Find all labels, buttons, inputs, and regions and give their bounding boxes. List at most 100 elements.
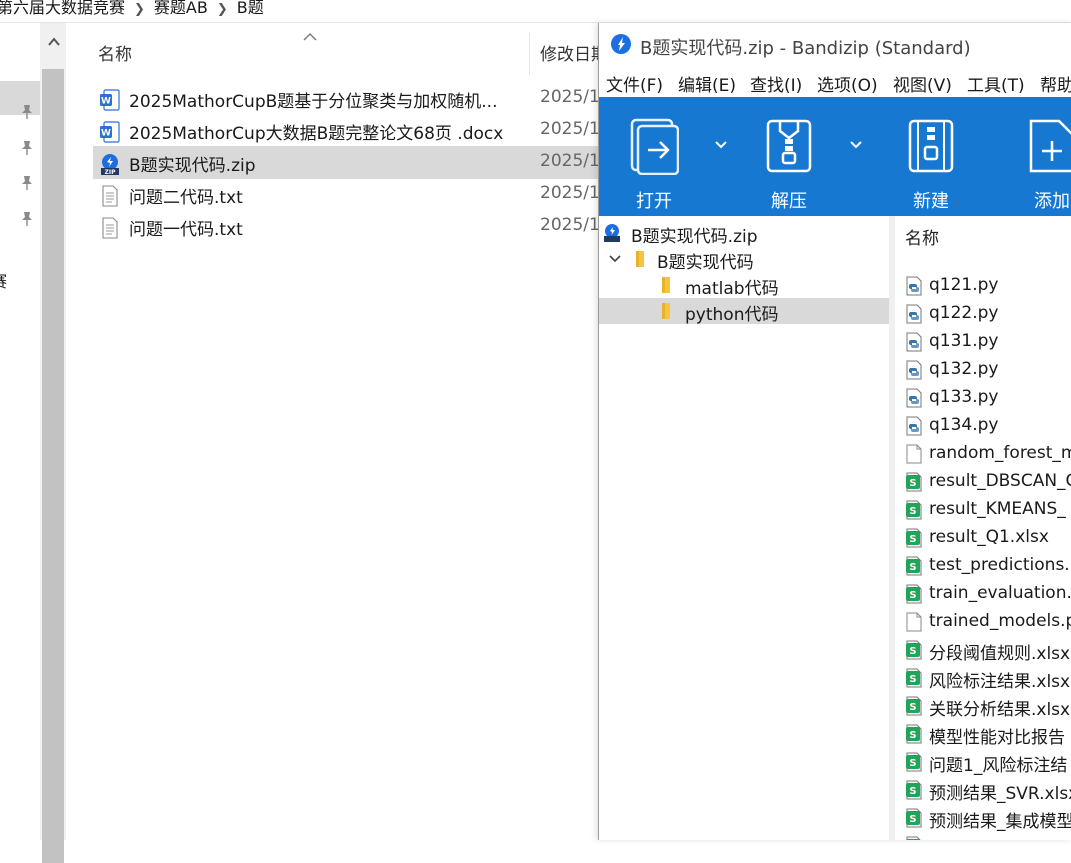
archive-file-row[interactable]: S 预测结果_SVR.xlsx xyxy=(895,776,1071,804)
archive-file-name: result_Q1.xlsx xyxy=(929,527,1049,547)
svg-text:S: S xyxy=(909,674,916,685)
svg-text:S: S xyxy=(909,534,916,545)
menu-options[interactable]: 选项(O) xyxy=(817,71,878,96)
new-archive-label: 新建 xyxy=(913,191,949,212)
archive-file-row[interactable]: S 问题1_风险标注结 xyxy=(895,748,1071,776)
spreadsheet-icon: S xyxy=(906,668,922,688)
menu-view[interactable]: 视图(V) xyxy=(893,71,952,96)
chevron-down-icon[interactable] xyxy=(609,254,621,264)
tree-item-folder[interactable]: B题实现代码 xyxy=(599,246,889,273)
archive-file-row[interactable]: Strain_evaluation. xyxy=(895,580,1071,608)
chevron-down-icon[interactable] xyxy=(849,139,863,149)
tree-item-python-selected[interactable]: python代码 xyxy=(599,298,889,325)
extract-label: 解压 xyxy=(771,191,807,212)
archive-file-row[interactable]: q122.py xyxy=(895,300,1071,328)
word-icon: W xyxy=(100,121,120,143)
archive-file-row[interactable]: Sresult_DBSCAN_C xyxy=(895,468,1071,496)
archive-file-row[interactable]: S 分段阈值规则.xlsx xyxy=(895,636,1071,664)
pin-icon[interactable] xyxy=(20,175,34,191)
archive-file-row[interactable]: q132.py xyxy=(895,356,1071,384)
breadcrumb-item-b[interactable]: B题 xyxy=(237,0,264,16)
pin-icon[interactable] xyxy=(20,140,34,156)
python-file-icon xyxy=(906,388,922,408)
archive-file-row[interactable]: random_forest_m xyxy=(895,440,1071,468)
file-row[interactable]: 问题一代码.txt 2025/1 xyxy=(93,210,613,243)
python-file-icon xyxy=(906,304,922,324)
spreadsheet-icon: S xyxy=(906,752,922,772)
bandizip-window: B题实现代码.zip - Bandizip (Standard) 文件(F) 编… xyxy=(598,23,1071,840)
archive-file-name: q132.py xyxy=(929,359,999,379)
spreadsheet-icon: S xyxy=(906,696,922,716)
spreadsheet-icon: S xyxy=(906,640,922,660)
archive-file-row[interactable]: Sresult_Q1.xlsx xyxy=(895,524,1071,552)
scroll-thumb[interactable] xyxy=(42,69,64,863)
pin-icon[interactable] xyxy=(20,104,34,120)
archive-file-row[interactable]: S 预测结果_随机森林 xyxy=(895,832,1071,840)
archive-file-row[interactable]: Sresult_KMEANS_ xyxy=(895,496,1071,524)
add-label: 添加 xyxy=(1034,191,1070,212)
archive-file-row[interactable]: S 预测结果_集成模型 xyxy=(895,804,1071,832)
archive-file-row[interactable]: S 模型性能对比报告 xyxy=(895,720,1071,748)
archive-file-row[interactable]: S 风险标注结果.xlsx xyxy=(895,664,1071,692)
menu-file[interactable]: 文件(F) xyxy=(606,71,663,96)
chevron-down-icon[interactable] xyxy=(714,139,728,149)
tree-item-matlab[interactable]: matlab代码 xyxy=(599,272,889,299)
archive-file-row[interactable]: Stest_predictions. xyxy=(895,552,1071,580)
tree-item-label: matlab代码 xyxy=(685,279,779,299)
archive-file-row[interactable]: trained_models.p xyxy=(895,608,1071,636)
archive-file-name: random_forest_m xyxy=(929,443,1071,463)
title-bar[interactable]: B题实现代码.zip - Bandizip (Standard) xyxy=(599,23,1071,67)
new-archive-icon xyxy=(908,119,954,173)
toolbar: 打开 解压 新建 添加 xyxy=(599,97,1071,216)
sort-ascending-icon xyxy=(303,33,317,41)
menu-find[interactable]: 查找(I) xyxy=(750,71,802,96)
spreadsheet-icon: S xyxy=(906,724,922,744)
zip-icon: ZIP xyxy=(101,154,119,175)
file-row[interactable]: W 2025MathorCupB题基于分位聚类与加权随机... 2025/1 xyxy=(93,82,613,115)
tree-item-archive-root[interactable]: B题实现代码.zip xyxy=(599,220,889,247)
archive-file-name: result_DBSCAN_C xyxy=(929,471,1071,491)
breadcrumb-item-contest[interactable]: 第六届大数据竞赛 xyxy=(0,0,125,16)
svg-text:W: W xyxy=(101,129,111,139)
folder-icon xyxy=(636,251,644,267)
open-icon xyxy=(630,118,679,175)
breadcrumb-separator-icon: ❯ xyxy=(134,2,145,17)
file-row[interactable]: W 2025MathorCup大数据B题完整论文68页 .docx 2025/1 xyxy=(93,114,613,147)
archive-file-row[interactable]: q121.py xyxy=(895,272,1071,300)
zip-icon xyxy=(604,224,620,242)
nav-scrollbar[interactable] xyxy=(40,23,66,863)
nav-item-label[interactable]: 赛 xyxy=(0,268,7,292)
add-button[interactable]: 添加 xyxy=(1002,97,1071,216)
archive-file-name: q131.py xyxy=(929,331,999,351)
breadcrumb-item-ab[interactable]: 赛题AB xyxy=(154,0,208,16)
archive-file-name: 预测结果_随机森林 xyxy=(929,835,1071,840)
new-archive-button[interactable]: 新建 xyxy=(881,97,981,216)
spreadsheet-icon: S xyxy=(906,528,922,548)
archive-file-name: 预测结果_集成模型 xyxy=(929,812,1071,832)
pin-icon[interactable] xyxy=(20,211,34,227)
menu-edit[interactable]: 编辑(E) xyxy=(678,71,736,96)
archive-file-row[interactable]: q131.py xyxy=(895,328,1071,356)
archive-file-name: result_KMEANS_ xyxy=(929,499,1066,519)
column-divider[interactable] xyxy=(529,33,530,75)
archive-file-row[interactable]: S 关联分析结果.xlsx xyxy=(895,692,1071,720)
svg-text:S: S xyxy=(909,786,916,797)
open-button[interactable]: 打开 xyxy=(604,97,704,216)
scroll-up-icon[interactable] xyxy=(48,37,60,47)
file-row-selected[interactable]: ZIP B题实现代码.zip 2025/1 xyxy=(93,146,613,179)
list-column-header-name[interactable]: 名称 xyxy=(905,224,939,249)
column-header-name[interactable]: 名称 xyxy=(98,40,132,65)
svg-text:S: S xyxy=(909,506,916,517)
menu-tools[interactable]: 工具(T) xyxy=(967,71,1025,96)
extract-button[interactable]: 解压 xyxy=(739,97,839,216)
spreadsheet-icon: S xyxy=(906,584,922,604)
svg-text:S: S xyxy=(909,814,916,825)
archive-file-name: 模型性能对比报告 xyxy=(929,728,1065,748)
archive-file-row[interactable]: q134.py xyxy=(895,412,1071,440)
menu-help[interactable]: 帮助 xyxy=(1040,71,1071,96)
archive-file-row[interactable]: q133.py xyxy=(895,384,1071,412)
spreadsheet-icon: S xyxy=(906,836,921,840)
file-row[interactable]: 问题二代码.txt 2025/1 xyxy=(93,178,613,211)
svg-text:S: S xyxy=(909,590,916,601)
svg-text:S: S xyxy=(909,758,916,769)
